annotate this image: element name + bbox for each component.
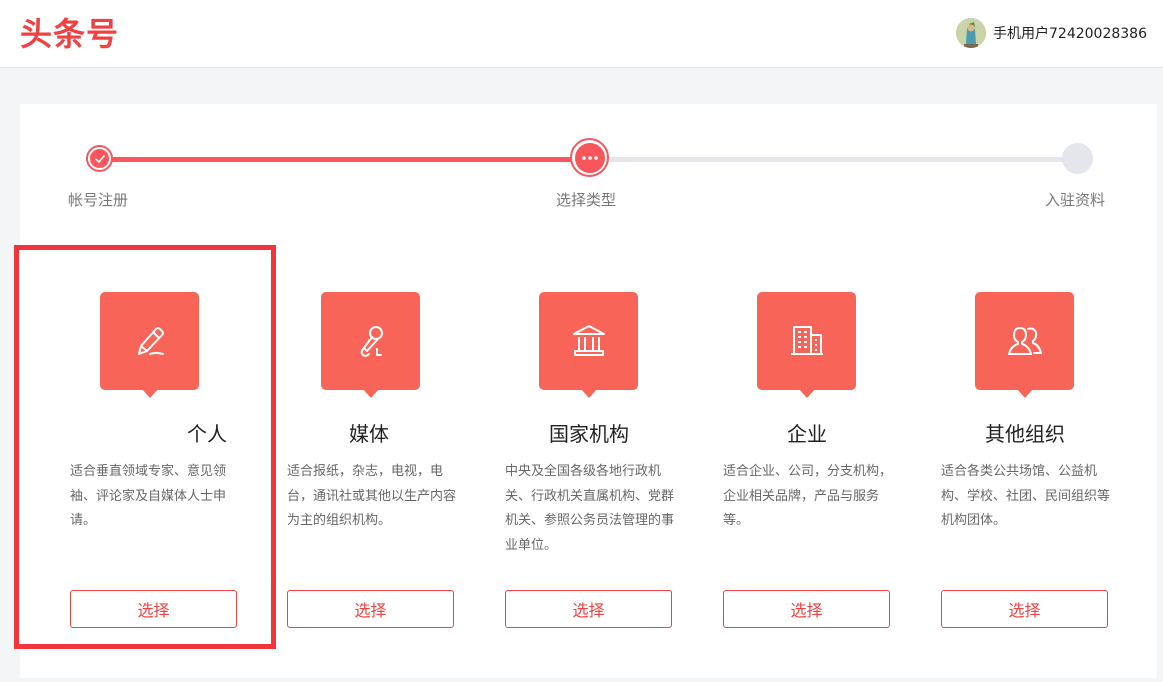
avatar-image-icon xyxy=(956,18,987,48)
user-menu[interactable]: 手机用户72420028386 xyxy=(956,17,1147,49)
type-option-other-org: 其他组织 适合各类公共场馆、公益机构、学校、社团、民间组织等机构团体。 选择 xyxy=(887,246,1110,646)
type-icon-box xyxy=(100,292,199,398)
step-label-select-type: 选择类型 xyxy=(556,191,617,209)
type-title: 企业 xyxy=(787,422,827,446)
step-label-register: 帐号注册 xyxy=(68,191,129,209)
type-option-personal: 个人 适合垂直领域专家、意见领袖、评论家及自媒体人士申请。 选择 xyxy=(16,246,237,646)
type-option-enterprise: 企业 适合企业、公司，分支机构，企业相关品牌，产品与服务等。 选择 xyxy=(669,246,892,646)
type-icon-box xyxy=(757,292,856,398)
step-dot-done xyxy=(86,145,113,172)
ellipsis-icon xyxy=(581,155,598,160)
select-other-org-button[interactable]: 选择 xyxy=(941,590,1108,628)
select-media-button[interactable]: 选择 xyxy=(287,590,454,628)
step-label-profile: 入驻资料 xyxy=(1045,191,1106,209)
progress-track-completed xyxy=(98,157,590,162)
avatar[interactable] xyxy=(956,18,987,48)
type-icon-box xyxy=(539,292,638,398)
type-description: 适合垂直领域专家、意见领袖、评论家及自媒体人士申请。 xyxy=(70,464,227,528)
type-description: 适合企业、公司，分支机构，企业相关品牌，产品与服务等。 xyxy=(723,464,893,528)
select-government-button[interactable]: 选择 xyxy=(505,590,672,628)
pencil-icon xyxy=(137,327,164,355)
type-option-media: 媒体 适合报纸，杂志，电视，电台，通讯社或其他以生产内容为主的组织机构。 选择 xyxy=(233,246,456,646)
select-enterprise-button[interactable]: 选择 xyxy=(723,590,890,628)
step-dot-current xyxy=(570,138,609,177)
government-building-icon xyxy=(572,325,605,356)
type-title: 其他组织 xyxy=(985,422,1065,446)
type-description: 适合报纸，杂志，电视，电台，通讯社或其他以生产内容为主的组织机构。 xyxy=(287,464,457,528)
step-dot-todo xyxy=(1062,143,1093,174)
type-title: 国家机构 xyxy=(549,422,629,446)
username[interactable]: 手机用户72420028386 xyxy=(993,23,1147,43)
top-header: 头条号 手机用户72420028386 xyxy=(0,0,1163,68)
microphone-icon xyxy=(360,326,383,357)
check-icon xyxy=(94,154,105,163)
office-building-icon xyxy=(790,326,823,355)
type-description: 适合各类公共场馆、公益机构、学校、社团、民间组织等机构团体。 xyxy=(941,464,1111,528)
toutiao-logo[interactable]: 头条号 xyxy=(20,14,119,54)
select-personal-button[interactable]: 选择 xyxy=(70,590,237,628)
progress-track-remaining xyxy=(590,157,1078,162)
type-title: 媒体 xyxy=(349,422,389,446)
type-icon-box xyxy=(321,292,420,398)
type-icon-box xyxy=(975,292,1074,398)
type-description: 中央及全国各级各地行政机关、行政机关直属机构、党群机关、参照公务员法管理的事业单… xyxy=(505,464,675,553)
type-option-government: 国家机构 中央及全国各级各地行政机关、行政机关直属机构、党群机关、参照公务员法管… xyxy=(451,246,674,646)
people-icon xyxy=(1007,327,1042,355)
